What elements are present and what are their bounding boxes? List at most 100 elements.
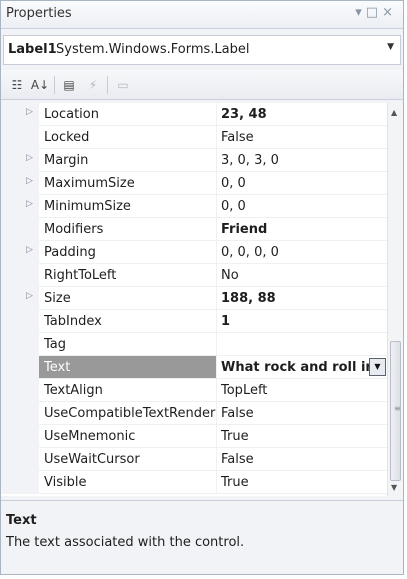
property-name[interactable]: Text xyxy=(39,356,216,379)
property-row[interactable]: Text What rock and roll ins ▼ xyxy=(1,356,387,379)
maximize-icon[interactable]: □ xyxy=(366,5,382,20)
property-value[interactable]: True xyxy=(216,471,387,494)
property-row[interactable]: UseMnemonic True xyxy=(1,425,387,448)
property-name[interactable]: Size xyxy=(39,287,216,310)
vertical-scrollbar[interactable]: ▲ ≡ ▼ xyxy=(387,103,403,496)
property-value[interactable]: TopLeft xyxy=(216,379,387,402)
property-row[interactable]: ▷ MaximumSize 0, 0 xyxy=(1,172,387,195)
properties-window: Properties ▾□× Label1 System.Windows.For… xyxy=(0,0,404,575)
property-name[interactable]: TabIndex xyxy=(39,310,216,333)
property-pages-icon[interactable]: ▭ xyxy=(113,75,133,95)
dropdown-icon[interactable]: ▾ xyxy=(355,5,366,20)
expand-icon[interactable]: ▷ xyxy=(26,153,33,163)
title-bar: Properties ▾□× xyxy=(1,1,403,29)
property-name[interactable]: Location xyxy=(39,103,216,126)
property-value[interactable]: No xyxy=(216,264,387,287)
window-title: Properties xyxy=(6,6,72,21)
property-value-text: No xyxy=(221,268,239,283)
expand-icon[interactable]: ▷ xyxy=(26,245,33,255)
close-icon[interactable]: × xyxy=(382,5,397,20)
description-title: Text xyxy=(6,513,37,528)
property-row[interactable]: TextAlign TopLeft xyxy=(1,379,387,402)
property-name[interactable]: MaximumSize xyxy=(39,172,216,195)
property-name[interactable]: RightToLeft xyxy=(39,264,216,287)
property-row[interactable]: ▷ Size 188, 88 xyxy=(1,287,387,310)
property-value[interactable]: True xyxy=(216,425,387,448)
property-row[interactable]: Locked False xyxy=(1,126,387,149)
expand-icon[interactable]: ▷ xyxy=(26,199,33,209)
row-gutter xyxy=(1,333,39,356)
value-dropdown-button[interactable]: ▼ xyxy=(369,358,386,376)
chevron-down-icon[interactable]: ▼ xyxy=(387,42,394,52)
property-value-text: 0, 0 xyxy=(221,176,246,191)
property-name[interactable]: Margin xyxy=(39,149,216,172)
property-name[interactable]: Padding xyxy=(39,241,216,264)
toolbar-separator xyxy=(54,76,55,94)
scroll-up-icon[interactable]: ▲ xyxy=(391,108,397,117)
row-gutter: ▷ xyxy=(1,287,39,310)
property-name[interactable]: UseCompatibleTextRender xyxy=(39,402,216,425)
property-row[interactable]: RightToLeft No xyxy=(1,264,387,287)
description-pane: Text The text associated with the contro… xyxy=(1,500,403,574)
row-gutter xyxy=(1,126,39,149)
property-row[interactable]: Visible True xyxy=(1,471,387,494)
expand-icon[interactable]: ▷ xyxy=(26,291,33,301)
property-name[interactable]: UseWaitCursor xyxy=(39,448,216,471)
row-gutter xyxy=(1,425,39,448)
row-gutter: ▷ xyxy=(1,172,39,195)
property-value-text: 188, 88 xyxy=(221,291,276,306)
alphabetical-icon[interactable]: A↓ xyxy=(30,75,50,95)
property-value[interactable]: 23, 48 xyxy=(216,103,387,126)
property-name[interactable]: MinimumSize xyxy=(39,195,216,218)
object-selector[interactable]: Label1 System.Windows.Forms.Label ▼ xyxy=(3,35,401,65)
property-name[interactable]: Visible xyxy=(39,471,216,494)
property-row[interactable]: Modifiers Friend xyxy=(1,218,387,241)
property-value[interactable]: 0, 0 xyxy=(216,172,387,195)
property-row[interactable]: Tag xyxy=(1,333,387,356)
property-value-text: False xyxy=(221,406,254,421)
row-gutter: ▷ xyxy=(1,241,39,264)
property-name[interactable]: Locked xyxy=(39,126,216,149)
property-value[interactable]: 3, 0, 3, 0 xyxy=(216,149,387,172)
expand-icon[interactable]: ▷ xyxy=(26,107,33,117)
property-value-text: True xyxy=(221,429,249,444)
property-value-text: Friend xyxy=(221,222,268,237)
property-value-text: 1 xyxy=(221,314,231,329)
property-grid: ▷ Location 23, 48 Locked False ▷ Margin 3, 0, 3… xyxy=(1,103,387,496)
property-row[interactable]: UseWaitCursor False xyxy=(1,448,387,471)
property-name[interactable]: Modifiers xyxy=(39,218,216,241)
window-controls: ▾□× xyxy=(355,5,397,20)
property-row[interactable]: ▷ MinimumSize 0, 0 xyxy=(1,195,387,218)
property-value[interactable]: 0, 0, 0, 0 xyxy=(216,241,387,264)
property-row[interactable]: ▷ Location 23, 48 xyxy=(1,103,387,126)
property-value[interactable]: 1 xyxy=(216,310,387,333)
toolbar-separator xyxy=(107,76,108,94)
property-row[interactable]: TabIndex 1 xyxy=(1,310,387,333)
scroll-down-icon[interactable]: ▼ xyxy=(391,483,397,492)
property-name[interactable]: Tag xyxy=(39,333,216,356)
property-value[interactable] xyxy=(216,333,387,356)
property-row[interactable]: ▷ Margin 3, 0, 3, 0 xyxy=(1,149,387,172)
property-value[interactable]: False xyxy=(216,126,387,149)
property-value[interactable]: False xyxy=(216,402,387,425)
property-name[interactable]: TextAlign xyxy=(39,379,216,402)
property-value-text: 3, 0, 3, 0 xyxy=(221,153,279,168)
property-name[interactable]: UseMnemonic xyxy=(39,425,216,448)
property-value[interactable]: False xyxy=(216,448,387,471)
row-gutter xyxy=(1,310,39,333)
property-row[interactable]: UseCompatibleTextRender False xyxy=(1,402,387,425)
property-value-text: TopLeft xyxy=(221,383,268,398)
categorized-icon[interactable]: ☷ xyxy=(7,75,27,95)
scroll-thumb[interactable]: ≡ xyxy=(390,341,401,481)
row-gutter xyxy=(1,379,39,402)
properties-icon[interactable]: ▤ xyxy=(59,75,79,95)
row-gutter: ▷ xyxy=(1,103,39,126)
expand-icon[interactable]: ▷ xyxy=(26,176,33,186)
property-value[interactable]: 188, 88 xyxy=(216,287,387,310)
grip-icon: ≡ xyxy=(394,404,401,413)
property-row[interactable]: ▷ Padding 0, 0, 0, 0 xyxy=(1,241,387,264)
property-value[interactable]: 0, 0 xyxy=(216,195,387,218)
property-value[interactable]: What rock and roll ins ▼ xyxy=(216,356,387,379)
property-value[interactable]: Friend xyxy=(216,218,387,241)
events-icon[interactable]: ⚡ xyxy=(83,75,103,95)
